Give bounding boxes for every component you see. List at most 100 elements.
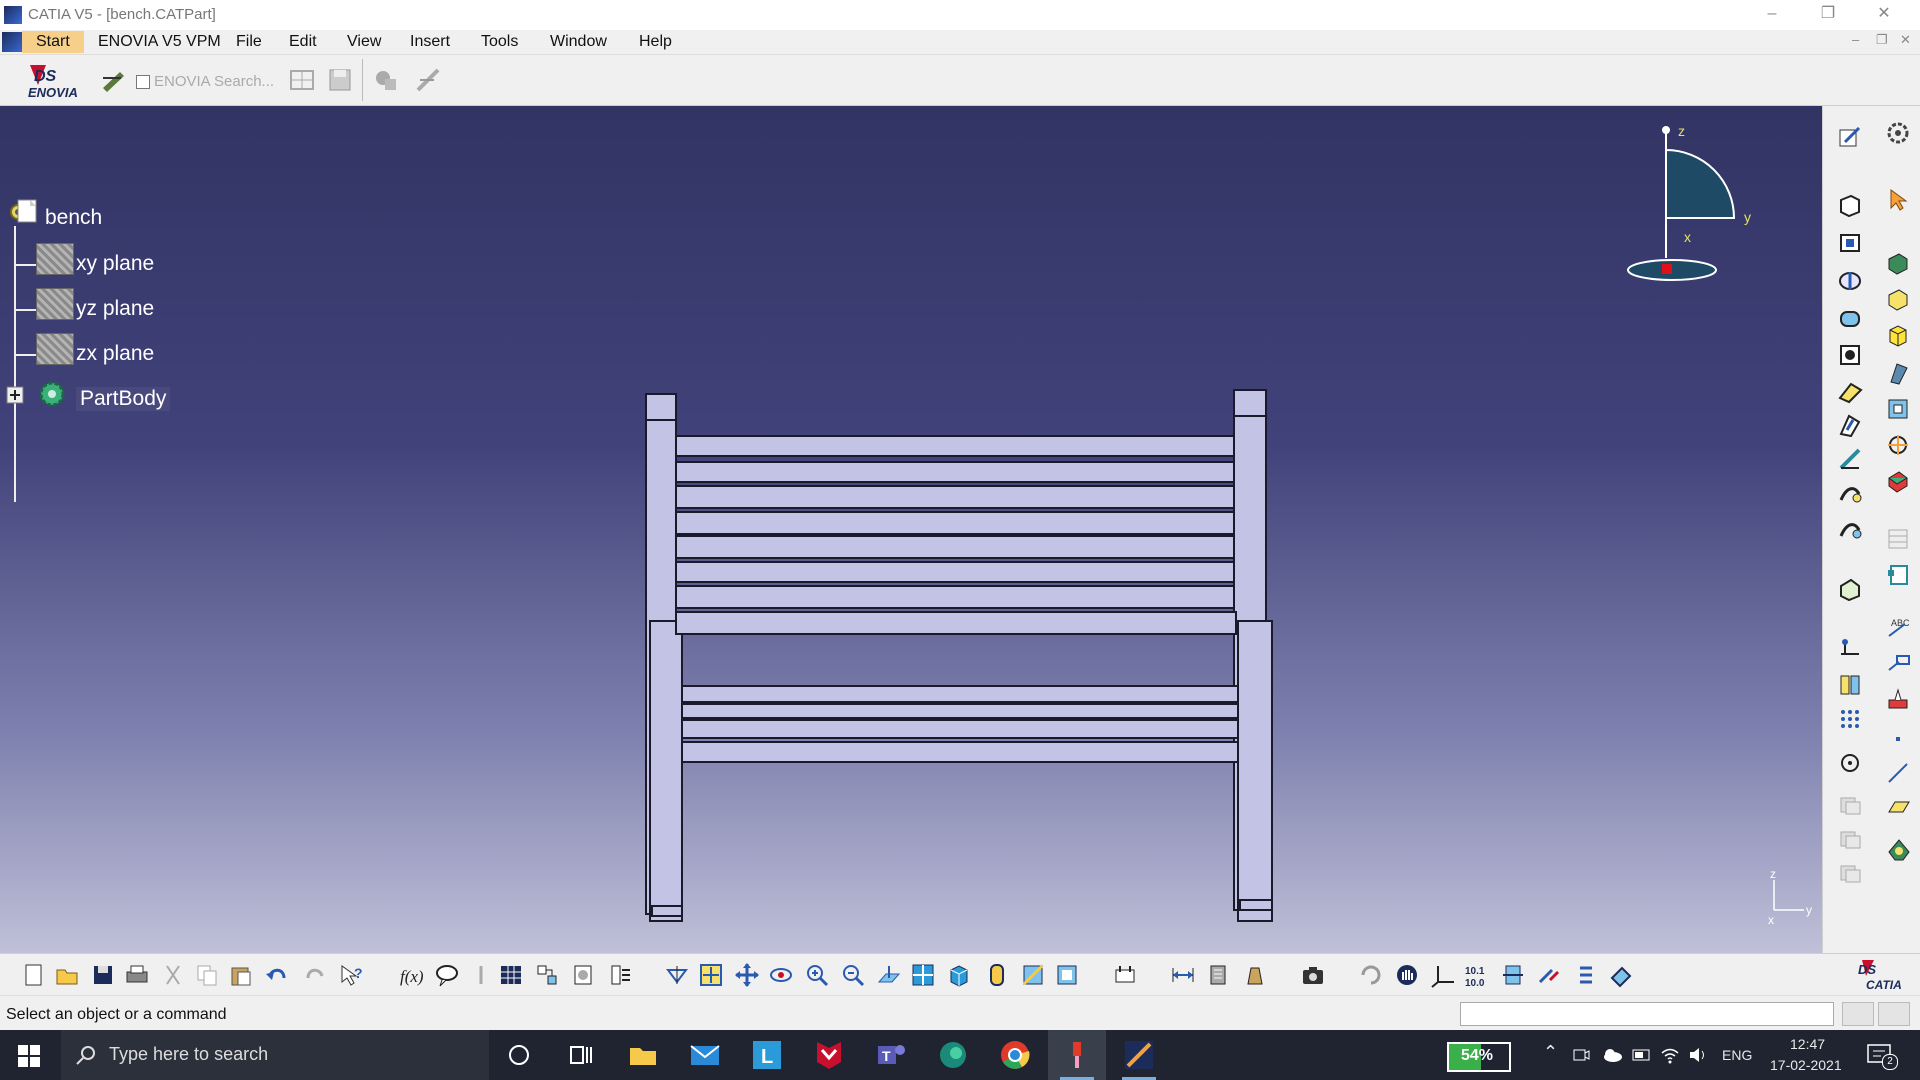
capture-camera-icon[interactable] [1300, 962, 1326, 988]
copy-icon[interactable] [194, 962, 220, 988]
list-icon[interactable] [1572, 962, 1598, 988]
restore-button[interactable]: ❐ [1800, 0, 1856, 30]
fly-mode-icon[interactable] [664, 962, 690, 988]
plane-icon[interactable] [36, 243, 74, 275]
shading-icon[interactable] [984, 962, 1010, 988]
pan-icon[interactable] [734, 962, 760, 988]
solid-open-icon[interactable] [1885, 286, 1911, 312]
boolean-intersect-icon[interactable] [1837, 860, 1863, 886]
clock-date[interactable]: 17-02-2021 [1770, 1057, 1842, 1073]
measure-inertia-icon[interactable] [1242, 962, 1268, 988]
menu-enovia[interactable]: ENOVIA V5 VPM [98, 33, 221, 51]
partbody-gear-icon[interactable] [36, 378, 68, 410]
teams-icon[interactable]: T [874, 1038, 908, 1072]
feature-table-icon[interactable] [1885, 526, 1911, 552]
pattern-icon[interactable] [1837, 706, 1863, 732]
line-icon[interactable] [1885, 760, 1911, 786]
define-in-work-object-icon[interactable] [1536, 962, 1562, 988]
annotation-abc-icon[interactable]: ABC [1885, 614, 1911, 640]
enovia-logo-icon[interactable]: DS ENOVIA [22, 61, 84, 101]
save-db-icon[interactable] [326, 66, 354, 94]
scan-icon[interactable] [1500, 962, 1526, 988]
units-icon[interactable]: 10.1 10.0 [1464, 962, 1490, 989]
swap-visible-space-icon[interactable] [1054, 962, 1080, 988]
catalog-browser-icon[interactable] [570, 962, 596, 988]
enovia-search-checkbox[interactable] [136, 75, 150, 89]
wifi-icon[interactable] [1660, 1046, 1680, 1064]
menu-file[interactable]: File [236, 33, 262, 51]
knowledge-advisor-icon[interactable] [434, 962, 460, 988]
tree-item-partbody[interactable]: PartBody [76, 387, 171, 411]
catalog-icon[interactable] [1885, 562, 1911, 588]
windows-start-icon[interactable] [18, 1045, 40, 1067]
pad-icon[interactable] [1837, 192, 1863, 218]
taskbar-search-box[interactable]: Type here to search [61, 1030, 489, 1080]
plane-icon[interactable] [36, 333, 74, 365]
iso-view-icon[interactable] [946, 962, 972, 988]
bench-model[interactable] [640, 386, 1280, 936]
rotate-icon[interactable] [768, 962, 794, 988]
command-history-button[interactable] [1842, 1002, 1874, 1026]
menu-tools[interactable]: Tools [481, 33, 518, 51]
command-settings-button[interactable] [1878, 1002, 1910, 1026]
zoom-out-icon[interactable] [840, 962, 866, 988]
update-icon[interactable] [1358, 962, 1384, 988]
mail-icon[interactable] [688, 1038, 722, 1072]
language-indicator[interactable]: ENG [1722, 1047, 1752, 1063]
show-hidden-icons-icon[interactable]: ⌃ [1543, 1042, 1558, 1063]
shell-icon[interactable] [1885, 396, 1911, 422]
plane-icon[interactable] [36, 288, 74, 320]
expand-plus-icon[interactable] [6, 386, 24, 404]
removed-multisection-icon[interactable] [1837, 516, 1863, 542]
chrome-icon[interactable] [998, 1038, 1032, 1072]
draft-icon[interactable] [1885, 360, 1911, 386]
flag-note-icon[interactable] [1885, 650, 1911, 676]
plug-icon[interactable] [414, 66, 442, 94]
scaling-icon[interactable] [1837, 750, 1863, 776]
pocket-icon[interactable] [1837, 230, 1863, 256]
paste-icon[interactable] [228, 962, 254, 988]
compass-widget[interactable]: z y x [1620, 118, 1760, 288]
part-document-icon[interactable] [14, 198, 40, 226]
battery-indicator[interactable]: 54% [1447, 1042, 1511, 1072]
zoom-in-icon[interactable] [804, 962, 830, 988]
hole-icon[interactable] [1837, 342, 1863, 368]
catia-menu-icon[interactable] [2, 32, 24, 52]
tree-item-yz-plane[interactable]: yz plane [76, 297, 154, 321]
fit-all-icon[interactable] [698, 962, 724, 988]
doc-minimize-button[interactable]: – [1852, 32, 1859, 47]
menu-window[interactable]: Window [550, 33, 607, 51]
boolean-add-icon[interactable] [1837, 792, 1863, 818]
cube-icon[interactable] [1885, 322, 1911, 348]
tree-item-xy-plane[interactable]: xy plane [76, 252, 154, 276]
edge-icon[interactable] [936, 1038, 970, 1072]
apply-material-icon[interactable] [1885, 686, 1911, 712]
exchange-icon[interactable] [372, 66, 400, 94]
mcafee-icon[interactable] [812, 1038, 846, 1072]
cut-icon[interactable] [160, 962, 186, 988]
thread-icon[interactable] [1885, 432, 1911, 458]
doc-restore-button[interactable]: ❐ [1876, 32, 1888, 48]
groove-icon[interactable] [1837, 306, 1863, 332]
redo-icon[interactable] [302, 962, 328, 988]
tree-item-zx-plane[interactable]: zx plane [76, 342, 154, 366]
design-table-icon[interactable] [498, 962, 524, 988]
parameters-icon[interactable] [1112, 962, 1138, 988]
task-view-icon[interactable] [564, 1038, 598, 1072]
slot-icon[interactable] [1837, 412, 1863, 438]
query-grid-icon[interactable] [288, 66, 316, 94]
paint-app-icon[interactable] [1060, 1038, 1094, 1072]
minimize-button[interactable]: – [1744, 0, 1800, 30]
save-icon[interactable] [90, 962, 116, 988]
eraser-icon[interactable] [1608, 962, 1634, 988]
rib-icon[interactable] [1837, 378, 1863, 404]
meet-now-icon[interactable] [1572, 1046, 1590, 1064]
menu-view[interactable]: View [347, 33, 381, 51]
stiffener-icon[interactable] [1837, 446, 1863, 472]
solid-box-icon[interactable] [1885, 250, 1911, 276]
multi-view-icon[interactable] [910, 962, 936, 988]
catia-taskbar-icon[interactable] [1122, 1038, 1156, 1072]
sketch-icon[interactable] [1837, 124, 1863, 150]
print-icon[interactable] [124, 962, 150, 988]
onedrive-icon[interactable] [1601, 1046, 1623, 1064]
